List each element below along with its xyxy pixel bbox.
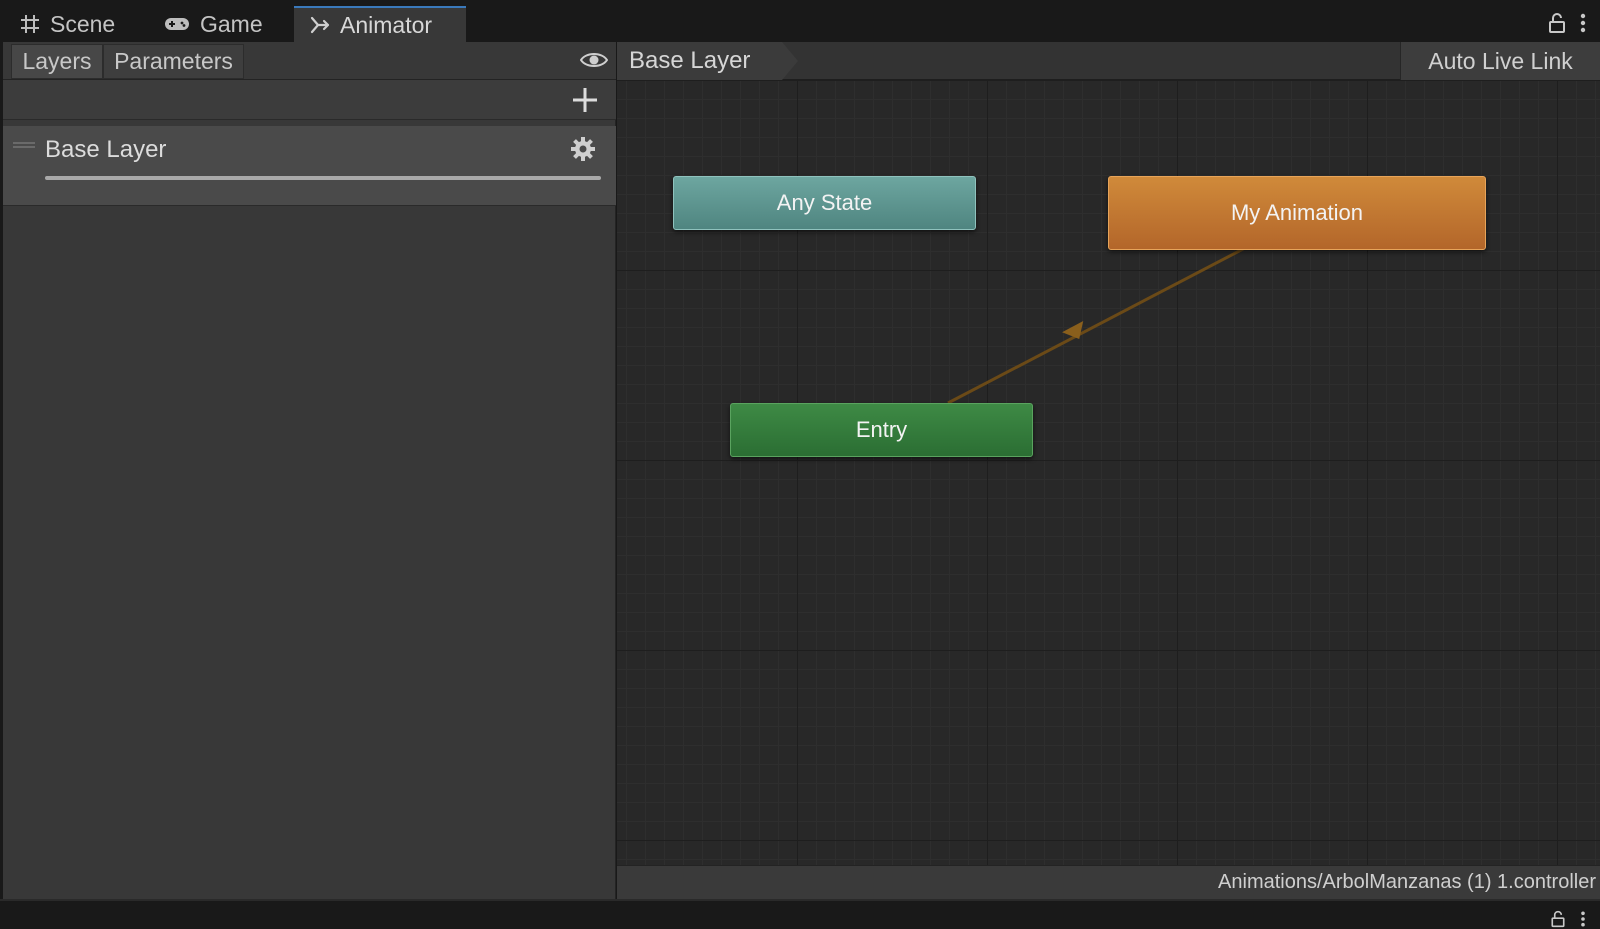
graph-header: Base Layer Auto Live Link (617, 42, 1600, 80)
bottom-window-strip (0, 899, 1600, 929)
tab-scene[interactable]: Scene (6, 6, 136, 42)
bottom-window-controls (1550, 909, 1600, 929)
breadcrumb-label: Base Layer (629, 47, 751, 74)
layer-weight-bar (45, 176, 601, 180)
more-menu-icon[interactable] (1580, 12, 1586, 34)
grid-icon (21, 15, 39, 33)
gamepad-icon (165, 18, 189, 30)
subtab-parameters[interactable]: Parameters (103, 44, 244, 79)
auto-live-link-button[interactable]: Auto Live Link (1400, 42, 1600, 80)
layers-toolbar (3, 80, 616, 120)
breadcrumb[interactable]: Base Layer (617, 42, 782, 80)
controller-path-status: Animations/ArbolManzanas (1) 1.controlle… (617, 865, 1600, 899)
animator-icon (310, 16, 330, 34)
gear-icon[interactable] (570, 136, 596, 162)
state-machine-graph[interactable]: Any State My Animation Entry (617, 80, 1600, 865)
my-animation-state-node[interactable]: My Animation (1108, 176, 1486, 250)
subtab-layers[interactable]: Layers (11, 44, 103, 79)
lock-icon[interactable] (1550, 910, 1566, 928)
eye-icon[interactable] (580, 50, 608, 70)
panel-subtabs: Layers Parameters (3, 42, 616, 80)
any-state-node[interactable]: Any State (673, 176, 976, 230)
tab-animator-label: Animator (340, 11, 433, 38)
layer-name: Base Layer (45, 136, 167, 163)
entry-node[interactable]: Entry (730, 403, 1033, 457)
more-menu-icon[interactable] (1580, 910, 1586, 928)
tab-game[interactable]: Game (150, 6, 286, 42)
drag-handle-icon[interactable] (13, 142, 35, 148)
controller-path-label: Animations/ArbolManzanas (1) 1.controlle… (1218, 871, 1596, 893)
add-layer-icon[interactable] (570, 85, 600, 115)
window-controls (1548, 8, 1600, 38)
tab-scene-label: Scene (50, 10, 116, 37)
window-tab-strip: Scene Game Animator (0, 0, 1600, 42)
tab-game-label: Game (200, 10, 263, 37)
tab-animator[interactable]: Animator (294, 6, 466, 42)
lock-icon[interactable] (1548, 12, 1566, 34)
layers-panel: Layers Parameters Base Layer (3, 42, 616, 899)
breadcrumb-arrow (782, 42, 798, 80)
layer-item-base-layer[interactable]: Base Layer (3, 126, 616, 206)
